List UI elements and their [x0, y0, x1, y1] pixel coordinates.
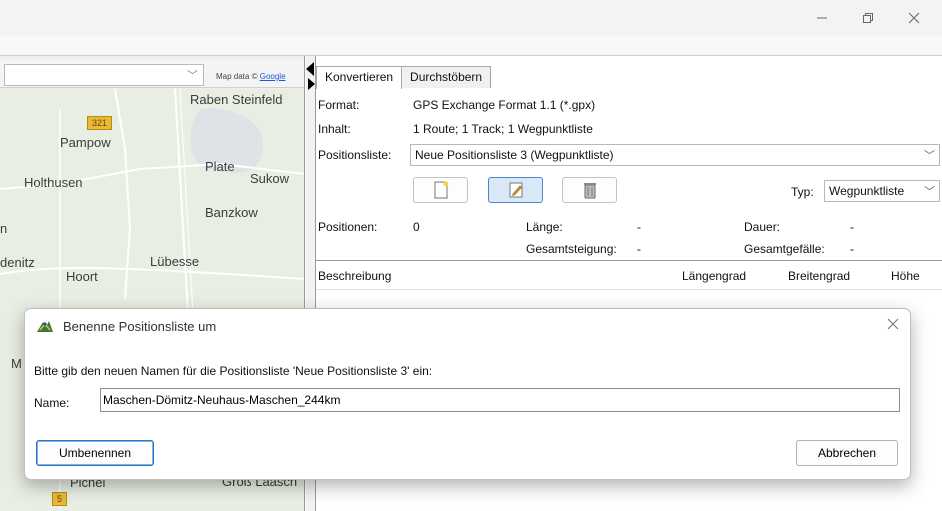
ascent-value: -	[637, 242, 641, 256]
type-select[interactable]: Wegpunktliste ﹀	[824, 180, 940, 202]
column-header-longitude[interactable]: Längengrad	[682, 269, 746, 283]
new-document-icon	[434, 181, 448, 199]
app-logo-icon	[37, 321, 53, 332]
map-label: Hoort	[66, 269, 98, 284]
map-label: Holthusen	[24, 175, 83, 190]
dialog-prompt: Bitte gib den neuen Namen für die Positi…	[34, 364, 433, 378]
new-list-button[interactable]	[413, 177, 468, 203]
positions-value: 0	[413, 220, 420, 234]
map-label: M	[11, 356, 22, 371]
restore-icon[interactable]	[848, 6, 888, 30]
name-label: Name:	[34, 396, 70, 410]
positions-table-header: Beschreibung Längengrad Breitengrad Höhe	[316, 260, 942, 290]
minimize-icon[interactable]	[802, 6, 842, 30]
tab-konvertieren[interactable]: Konvertieren	[316, 66, 403, 89]
poslist-select[interactable]: Neue Positionsliste 3 (Wegpunktliste) ﹀	[410, 144, 940, 166]
chevron-down-icon: ﹀	[924, 186, 935, 198]
map-copyright-text: Map data ©	[216, 72, 258, 81]
map-label: Plate	[205, 159, 235, 174]
edit-list-button[interactable]	[488, 177, 543, 203]
file-properties: Format: GPS Exchange Format 1.1 (*.gpx) …	[316, 89, 942, 261]
length-value: -	[637, 220, 641, 234]
cancel-button[interactable]: Abbrechen	[796, 440, 898, 466]
map-label: n	[0, 221, 8, 236]
map-label: Banzkow	[205, 205, 258, 220]
close-icon[interactable]	[887, 317, 899, 333]
column-header-description[interactable]: Beschreibung	[318, 269, 391, 283]
chevron-down-icon: ﹀	[924, 150, 935, 162]
map-copyright: Map data © Google	[216, 72, 286, 81]
format-label: Format:	[318, 98, 360, 112]
close-window-icon[interactable]	[894, 6, 934, 30]
descent-value: -	[850, 242, 854, 256]
duration-label: Dauer:	[744, 220, 781, 234]
road-badge: 321	[87, 116, 113, 130]
poslist-select-value: Neue Positionsliste 3 (Wegpunktliste)	[415, 148, 614, 162]
map-label: Pampow	[60, 135, 111, 150]
duration-value: -	[850, 220, 854, 234]
map-toolbar: ﹀ Map data © Google	[0, 60, 304, 88]
positions-label: Positionen:	[318, 220, 378, 234]
window-titlebar	[0, 0, 942, 36]
road-badge: 5	[52, 492, 68, 506]
type-select-value: Wegpunktliste	[829, 184, 905, 198]
collapse-left-icon[interactable]	[306, 62, 314, 76]
map-label: denitz	[0, 255, 35, 270]
column-header-latitude[interactable]: Breitengrad	[788, 269, 850, 283]
tab-durchstoebern[interactable]: Durchstöbern	[401, 66, 492, 88]
delete-list-button[interactable]	[562, 177, 617, 203]
chevron-down-icon[interactable]: ﹀	[187, 67, 198, 83]
rename-button[interactable]: Umbenennen	[36, 440, 154, 466]
column-header-altitude[interactable]: Höhe	[891, 269, 920, 283]
map-search-combo[interactable]: ﹀	[4, 64, 204, 86]
map-label: Raben Steinfeld	[190, 92, 283, 107]
ascent-label: Gesamtsteigung:	[526, 242, 617, 256]
name-input[interactable]	[100, 388, 900, 412]
content-label: Inhalt:	[318, 122, 351, 136]
descent-label: Gesamtgefälle:	[744, 242, 825, 256]
expand-right-icon[interactable]	[308, 78, 315, 90]
tab-bar: Konvertieren Durchstöbern	[316, 66, 492, 89]
format-value: GPS Exchange Format 1.1 (*.gpx)	[413, 98, 596, 112]
dialog-title: Benenne Positionsliste um	[63, 319, 217, 334]
type-label: Typ:	[791, 185, 814, 199]
content-value: 1 Route; 1 Track; 1 Wegpunktliste	[413, 122, 593, 136]
trash-icon	[583, 183, 596, 199]
rename-dialog: Benenne Positionsliste um Bitte gib den …	[24, 308, 911, 480]
menu-strip	[0, 36, 942, 56]
google-link[interactable]: Google	[260, 72, 286, 81]
map-label: Sukow	[250, 171, 290, 186]
poslist-label: Positionsliste:	[318, 148, 392, 162]
edit-icon	[509, 182, 522, 198]
map-label: Lübesse	[150, 254, 200, 269]
length-label: Länge:	[526, 220, 563, 234]
